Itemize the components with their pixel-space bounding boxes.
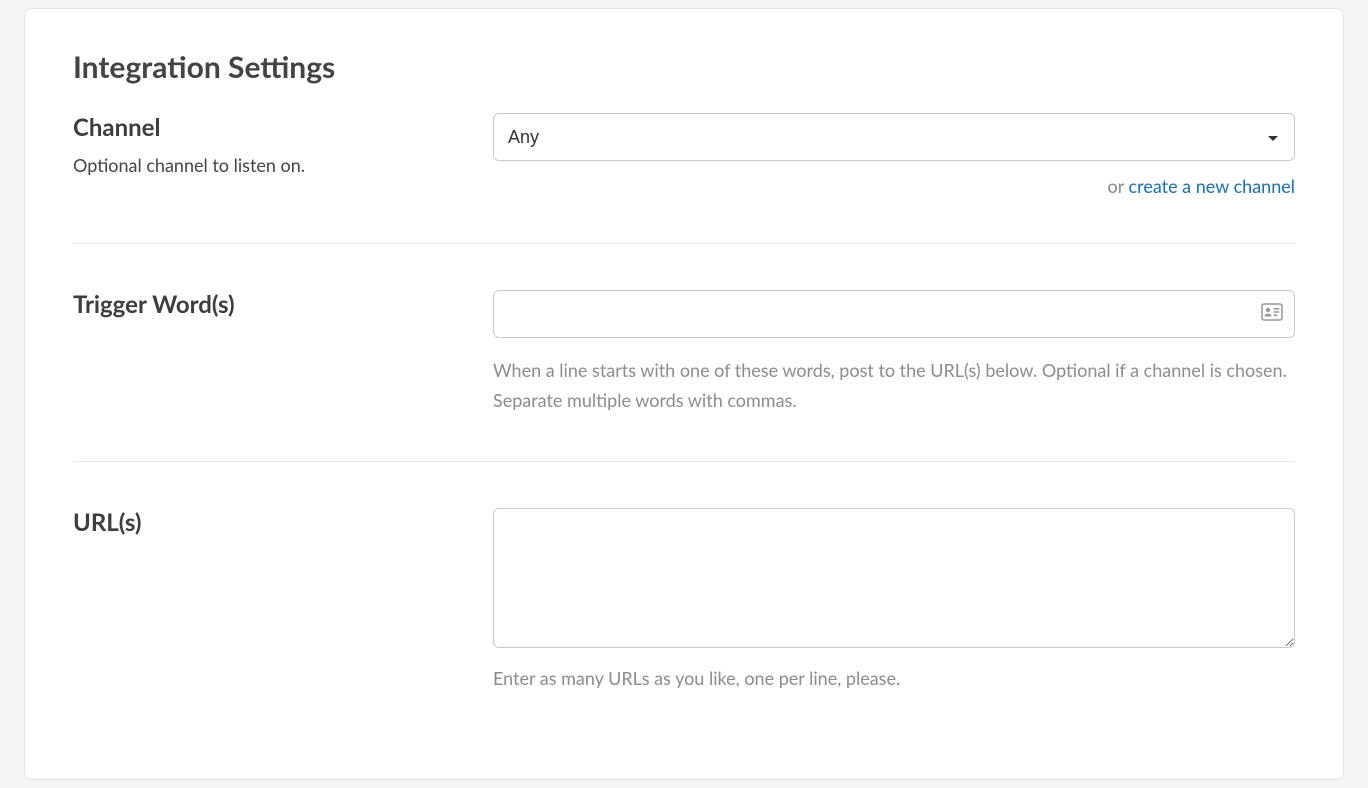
or-text: or <box>1108 175 1129 197</box>
trigger-input-wrapper <box>493 290 1295 338</box>
urls-right: Enter as many URLs as you like, one per … <box>493 508 1295 693</box>
trigger-right: When a line starts with one of these wor… <box>493 290 1295 415</box>
urls-helper: Enter as many URLs as you like, one per … <box>493 664 1295 693</box>
channel-row: Channel Optional channel to listen on. A… <box>73 113 1295 244</box>
channel-create-area: or create a new channel <box>493 175 1295 197</box>
create-channel-link[interactable]: create a new channel <box>1129 175 1295 197</box>
urls-textarea[interactable] <box>493 508 1295 648</box>
settings-card: Integration Settings Channel Optional ch… <box>24 8 1344 780</box>
urls-row: URL(s) Enter as many URLs as you like, o… <box>73 508 1295 739</box>
trigger-title: Trigger Word(s) <box>73 290 453 319</box>
channel-subtitle: Optional channel to listen on. <box>73 154 453 176</box>
channel-left: Channel Optional channel to listen on. <box>73 113 453 197</box>
trigger-words-input[interactable] <box>493 290 1295 338</box>
channel-select-wrapper: Any <box>493 113 1295 161</box>
page-title: Integration Settings <box>73 49 1295 85</box>
trigger-row: Trigger Word(s) When a line starts with … <box>73 290 1295 462</box>
channel-title: Channel <box>73 113 453 142</box>
urls-left: URL(s) <box>73 508 453 693</box>
channel-select[interactable]: Any <box>493 113 1295 161</box>
trigger-helper: When a line starts with one of these wor… <box>493 356 1295 415</box>
trigger-left: Trigger Word(s) <box>73 290 453 415</box>
channel-right: Any or create a new channel <box>493 113 1295 197</box>
urls-title: URL(s) <box>73 508 453 537</box>
